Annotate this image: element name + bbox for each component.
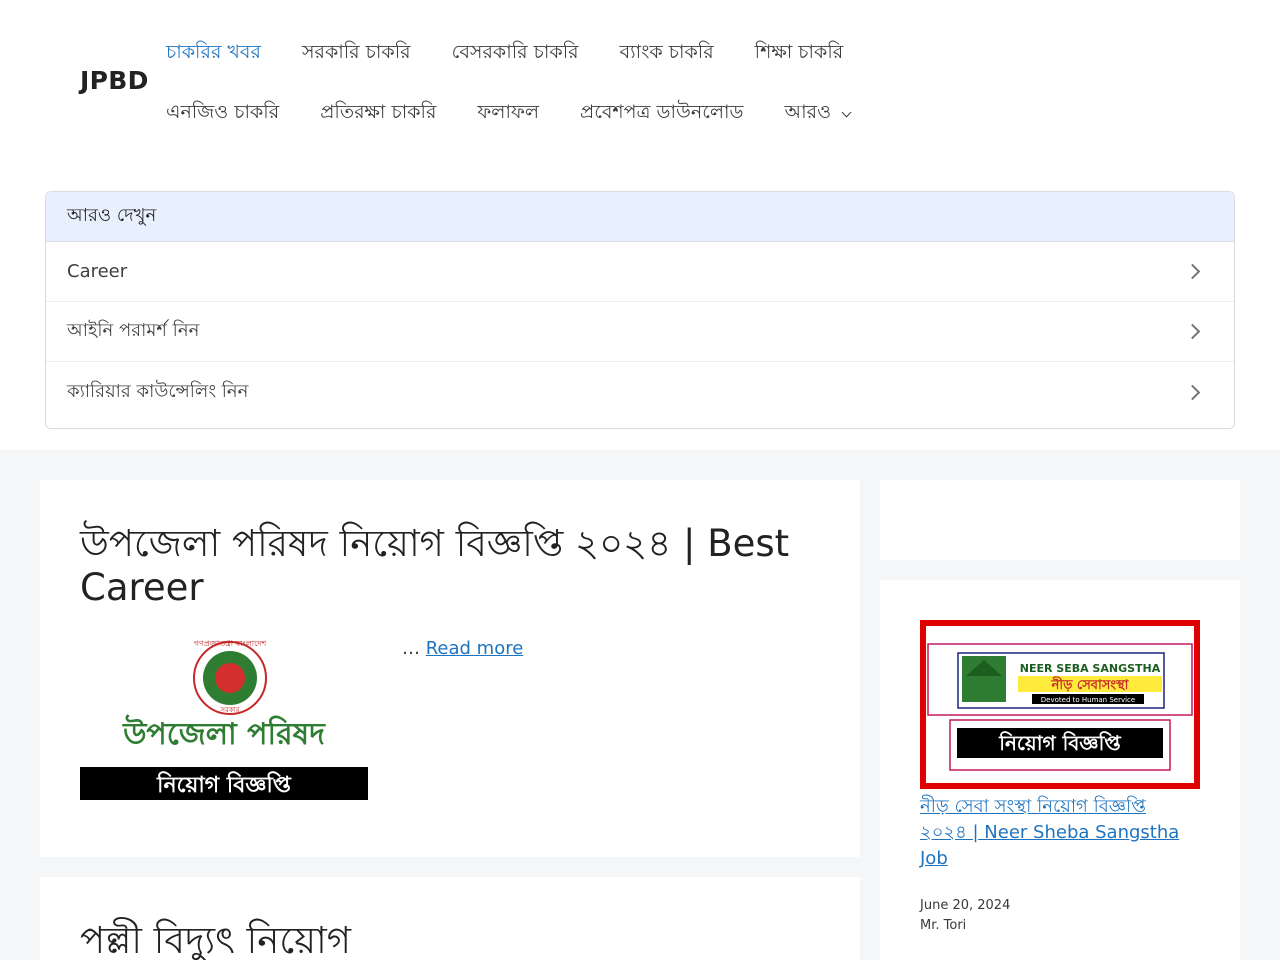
related-searches-box: আরও দেখুন Career আইনি পরামর্শ নিন ক্যারি… bbox=[45, 191, 1235, 429]
related-searches-heading: আরও দেখুন bbox=[46, 192, 1234, 242]
chevron-right-icon bbox=[1184, 323, 1201, 340]
nav-item-more[interactable]: আরও bbox=[784, 98, 852, 130]
nav-item-results[interactable]: ফলাফল bbox=[477, 98, 539, 130]
post-title-link[interactable]: পল্লী বিদ্যুৎ নিয়োগ bbox=[80, 919, 820, 960]
nav-item-job-news[interactable]: চাকরির খবর bbox=[166, 38, 261, 70]
nav-item-private-jobs[interactable]: বেসরকারি চাকরি bbox=[452, 38, 579, 70]
related-item-career-counseling[interactable]: ক্যারিয়ার কাউন্সেলিং নিন bbox=[46, 362, 1234, 422]
read-more-link[interactable]: Read more bbox=[426, 638, 524, 659]
sidebar-post-date: June 20, 2024 bbox=[920, 898, 1011, 913]
related-item-label: আইনি পরামর্শ নিন bbox=[67, 320, 200, 341]
sidebar-widget-empty bbox=[880, 480, 1240, 560]
chevron-down-icon bbox=[841, 107, 852, 117]
nav-item-govt-jobs[interactable]: সরকারি চাকরি bbox=[302, 38, 411, 70]
sidebar-recent-post-widget: NEER SEBA SANGSTHA নীড় সেবাসংস্থা Devot… bbox=[880, 580, 1240, 960]
related-item-legal-advice[interactable]: আইনি পরামর্শ নিন bbox=[46, 302, 1234, 362]
nav-more-label: আরও bbox=[784, 101, 832, 123]
post-card: পল্লী বিদ্যুৎ নিয়োগ bbox=[40, 877, 860, 960]
thumb-main-text: উপজেলা পরিষদ bbox=[122, 714, 326, 752]
site-header: JPBD চাকরির খবর সরকারি চাকরি বেসরকারি চা… bbox=[0, 0, 1280, 170]
nav-item-defence-jobs[interactable]: প্রতিরক্ষা চাকরি bbox=[320, 98, 436, 130]
chevron-right-icon bbox=[1184, 263, 1201, 280]
related-item-label: ক্যারিয়ার কাউন্সেলিং নিন bbox=[67, 380, 249, 402]
nav-item-admit-card[interactable]: প্রবেশপত্র ডাউনলোড bbox=[580, 98, 743, 130]
nav-row-2: এনজিও চাকরি প্রতিরক্ষা চাকরি ফলাফল প্রবে… bbox=[166, 84, 1226, 144]
related-item-career[interactable]: Career bbox=[46, 242, 1234, 302]
thumb-org-bn: নীড় সেবাসংস্থা bbox=[1051, 676, 1130, 693]
chevron-right-icon bbox=[1184, 384, 1201, 400]
thumb-banner-text: নিয়োগ বিজ্ঞপ্তি bbox=[156, 771, 292, 798]
sidebar-post-title-link[interactable]: নীড় সেবা সংস্থা নিয়োগ বিজ্ঞপ্তি ২০২৪ |… bbox=[920, 794, 1190, 872]
post-excerpt: … Read more bbox=[402, 638, 523, 659]
related-item-label: Career bbox=[67, 261, 128, 282]
post-card: উপজেলা পরিষদ নিয়োগ বিজ্ঞপ্তি ২০২৪ | Bes… bbox=[40, 480, 860, 857]
thumb-seal-sub: সরকার bbox=[219, 706, 239, 714]
post-title-link[interactable]: উপজেলা পরিষদ নিয়োগ বিজ্ঞপ্তি ২০২৪ | Bes… bbox=[80, 522, 820, 610]
sidebar-post-author: Mr. Tori bbox=[920, 918, 967, 933]
upazila-parishad-thumbnail: গণপ্রজাতন্ত্রী বাংলাদেশ সরকার উপজেলা পরি… bbox=[80, 640, 368, 800]
thumb-org-tag: Devoted to Human Service bbox=[1041, 696, 1135, 704]
nav-item-ngo-jobs[interactable]: এনজিও চাকরি bbox=[166, 98, 279, 130]
main-navigation: চাকরির খবর সরকারি চাকরি বেসরকারি চাকরি ব… bbox=[166, 24, 1226, 144]
neer-seba-thumbnail: NEER SEBA SANGSTHA নীড় সেবাসংস্থা Devot… bbox=[920, 620, 1200, 789]
nav-item-bank-jobs[interactable]: ব্যাংক চাকরি bbox=[620, 38, 714, 70]
thumb-banner-text: নিয়োগ বিজ্ঞপ্তি bbox=[998, 731, 1122, 755]
thumb-org-en: NEER SEBA SANGSTHA bbox=[1020, 662, 1161, 675]
nav-item-education-jobs[interactable]: শিক্ষা চাকরি bbox=[755, 38, 844, 70]
nav-row-1: চাকরির খবর সরকারি চাকরি বেসরকারি চাকরি ব… bbox=[166, 24, 1226, 84]
excerpt-ellipsis: … bbox=[402, 638, 420, 659]
thumb-seal-text: গণপ্রজাতন্ত্রী বাংলাদেশ bbox=[194, 640, 267, 648]
site-logo[interactable]: JPBD bbox=[80, 66, 149, 95]
